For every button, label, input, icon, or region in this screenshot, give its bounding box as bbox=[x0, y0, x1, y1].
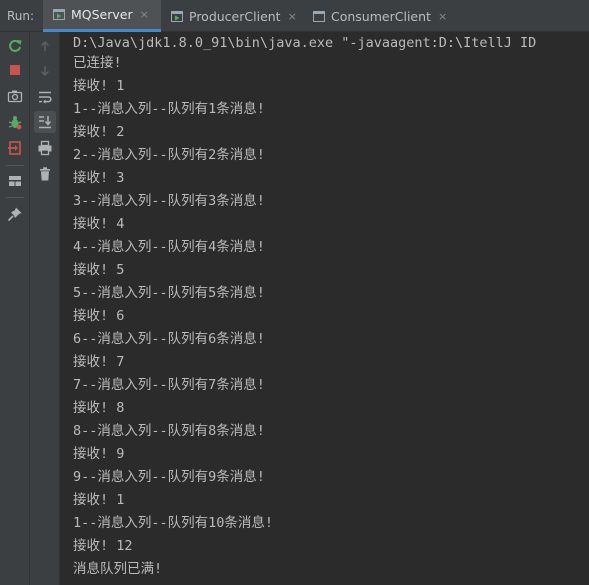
tab-mqserver[interactable]: MQServer × bbox=[43, 0, 161, 32]
console-line: 4--消息入列--队列有4条消息! bbox=[73, 239, 265, 255]
print-icon bbox=[38, 140, 52, 156]
console-line: 5--消息入列--队列有5条消息! bbox=[73, 285, 265, 301]
toolbar-separator bbox=[6, 197, 24, 198]
console-line: 接收! 2 bbox=[73, 124, 125, 140]
console-line: 2--消息入列--队列有2条消息! bbox=[73, 147, 265, 163]
run-label: Run: bbox=[7, 9, 35, 23]
console-line: 接收! 3 bbox=[73, 170, 125, 186]
app-icon bbox=[53, 9, 65, 20]
console-line: 接收! 4 bbox=[73, 216, 125, 232]
exit-button[interactable] bbox=[4, 137, 26, 159]
tab-label: ProducerClient bbox=[189, 8, 281, 24]
up-stack-button[interactable] bbox=[34, 35, 56, 57]
console-line: 接收! 9 bbox=[73, 446, 125, 462]
app-icon bbox=[171, 10, 183, 22]
console-line: 1--消息入列--队列有1条消息! bbox=[73, 101, 265, 117]
toolbar-separator bbox=[6, 165, 24, 166]
console-line: 9--消息入列--队列有9条消息! bbox=[73, 469, 265, 485]
console-toolbar bbox=[30, 32, 60, 585]
run-tool-window: Run: MQServer × ProducerClient × Consume… bbox=[0, 0, 589, 585]
console-line: 接收! 12 bbox=[73, 538, 133, 554]
stop-icon bbox=[10, 65, 20, 75]
scroll-to-end-icon bbox=[39, 116, 52, 129]
exit-icon bbox=[8, 141, 21, 155]
console-line: 接收! 7 bbox=[73, 354, 125, 370]
run-toolbar bbox=[0, 32, 30, 585]
run-tab-bar: Run: MQServer × ProducerClient × Consume… bbox=[0, 0, 589, 32]
console-line: 接收! 8 bbox=[73, 400, 125, 416]
rerun-icon bbox=[9, 39, 22, 52]
console-line: 7--消息入列--队列有7条消息! bbox=[73, 377, 265, 393]
app-icon bbox=[313, 10, 325, 22]
trash-icon bbox=[40, 167, 50, 181]
tab-label: ConsumerClient bbox=[331, 8, 431, 24]
bug-icon bbox=[8, 116, 22, 130]
clear-all-button[interactable] bbox=[34, 163, 56, 185]
console-line: 消息队列已满! bbox=[73, 561, 163, 577]
console-output[interactable]: D:\Java\jdk1.8.0_91\bin\java.exe "-javaa… bbox=[60, 32, 589, 585]
console-line: 8--消息入列--队列有8条消息! bbox=[73, 423, 265, 439]
console-line: D:\Java\jdk1.8.0_91\bin\java.exe "-javaa… bbox=[73, 35, 537, 51]
console-line: 1--消息入列--队列有10条消息! bbox=[73, 515, 274, 531]
close-icon[interactable]: × bbox=[140, 8, 149, 21]
camera-icon bbox=[7, 90, 23, 103]
down-stack-button[interactable] bbox=[34, 60, 56, 82]
arrow-up-icon bbox=[40, 40, 50, 51]
console-line: 接收! 5 bbox=[73, 262, 125, 278]
stop-button[interactable] bbox=[4, 59, 26, 81]
arrow-down-icon bbox=[40, 66, 50, 77]
pin-button[interactable] bbox=[4, 203, 26, 225]
console-line: 接收! 1 bbox=[73, 492, 125, 508]
close-icon[interactable]: × bbox=[438, 10, 447, 23]
layout-button[interactable] bbox=[4, 170, 26, 192]
console-line: 3--消息入列--队列有3条消息! bbox=[73, 193, 265, 209]
rerun-button[interactable] bbox=[4, 35, 26, 57]
console-line: 接收! 6 bbox=[73, 308, 125, 324]
tab-producerclient[interactable]: ProducerClient × bbox=[162, 0, 302, 32]
soft-wrap-icon bbox=[39, 91, 52, 104]
tab-consumerclient[interactable]: ConsumerClient × bbox=[304, 0, 454, 32]
soft-wrap-button[interactable] bbox=[34, 86, 56, 108]
console-line: 接收! 1 bbox=[73, 78, 125, 94]
console-line: 6--消息入列--队列有6条消息! bbox=[73, 331, 265, 347]
debug-button[interactable] bbox=[4, 111, 26, 133]
tab-label: MQServer bbox=[71, 7, 133, 22]
pin-icon bbox=[7, 207, 22, 222]
scroll-to-end-button[interactable] bbox=[34, 111, 56, 133]
dump-threads-button[interactable] bbox=[4, 85, 26, 107]
layout-icon bbox=[9, 176, 21, 186]
close-icon[interactable]: × bbox=[288, 10, 297, 23]
console-line: 已连接! bbox=[73, 55, 122, 71]
print-button[interactable] bbox=[34, 137, 56, 159]
